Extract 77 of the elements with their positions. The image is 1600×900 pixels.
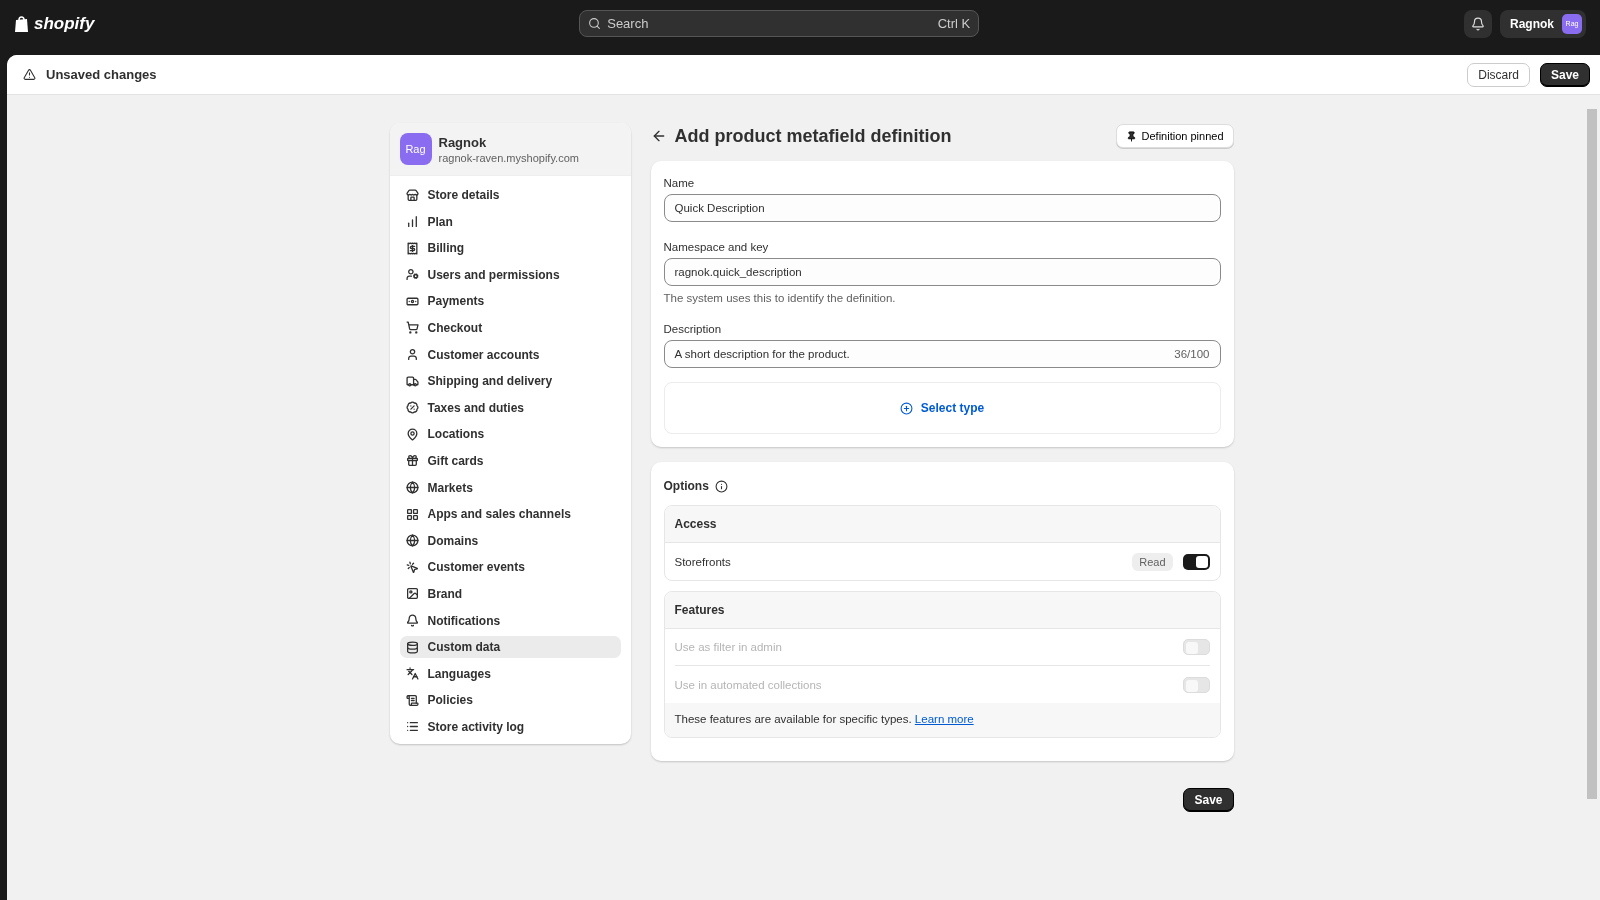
map-pin-icon [405,427,419,441]
options-title: Options [663,479,709,493]
plus-circle-icon [899,401,913,415]
sidebar-item[interactable]: Apps and sales channels [399,503,621,526]
truck-icon [405,374,419,388]
pin-icon [1125,130,1137,142]
sidebar-item[interactable]: Billing [399,237,621,260]
learn-more-link[interactable]: Learn more [914,713,974,725]
bell-icon [405,614,419,627]
option-label: Use as filter in admin [674,641,783,653]
option-label: Storefronts [674,555,732,568]
globe-icon [405,534,419,548]
sidebar-item[interactable]: Markets [399,476,621,499]
field-label: Description [663,323,723,335]
image-icon [405,587,419,601]
sidebar-item[interactable]: Taxes and duties [399,396,621,419]
receipt-icon [405,241,419,255]
save-button[interactable]: Save [1539,62,1590,87]
shopify-logo[interactable]: shopify [14,13,95,34]
unsaved-changes-title: Unsaved changes [46,67,158,82]
field-label: Name [663,177,696,189]
field-label: Namespace and key [663,241,770,253]
notifications-button[interactable] [1464,9,1492,38]
database-icon [405,640,419,654]
sidebar-item[interactable]: Checkout [399,316,621,339]
sidebar-item[interactable]: Users and permissions [399,263,621,286]
sidebar-item[interactable]: Domains [399,529,621,552]
sidebar-item[interactable]: Languages [399,662,621,685]
pointer-icon [405,560,419,574]
info-icon[interactable] [714,479,728,493]
pin-button[interactable]: Definition pinned [1115,124,1234,148]
sidebar-item[interactable]: Payments [399,290,621,313]
features-note: These features are available for specific types. Learn more [664,703,1220,737]
sidebar-item[interactable]: Shipping and delivery [399,370,621,393]
sidebar-item[interactable]: Plan [399,210,621,233]
text-input[interactable]: ragnok.quick_description [663,258,1221,286]
sidebar-item[interactable]: Customer events [399,556,621,579]
text-input[interactable]: Quick Description [663,194,1221,222]
text-input[interactable]: A short description for the product. 36/100 [663,340,1221,368]
sidebar-item[interactable]: Store activity log [399,715,621,738]
help-text: The system uses this to identify the definition. [663,292,897,304]
list-icon [405,720,419,734]
sidebar-item[interactable]: Policies [399,689,621,712]
search-field[interactable]: Search Ctrl K [579,10,980,37]
features-heading: Features [664,592,1220,629]
percent-icon [405,401,419,415]
person-icon [405,348,419,362]
cart-icon [405,321,419,335]
toggle-switch[interactable] [1182,553,1210,570]
sidebar-item[interactable]: Notifications [399,609,621,632]
search-icon [588,17,602,30]
select-type-button[interactable]: Select type [663,382,1221,434]
discard-button[interactable]: Discard [1467,62,1530,87]
user-icon [405,268,419,282]
save-button[interactable]: Save [1183,788,1234,812]
languages-icon [405,667,419,681]
read-badge: Read [1132,552,1173,571]
option-label: Use in automated collections [674,678,823,691]
store-icon [405,188,419,202]
page-title: Add product metafield definition [674,125,953,147]
access-heading: Access [664,506,1220,543]
store-domain: ragnok-raven.myshopify.com [438,151,579,164]
store-avatar: Rag [399,133,432,165]
globe-icon [405,481,419,495]
scroll-icon [405,693,419,707]
bell-icon [1471,16,1485,31]
sidebar-item[interactable]: Custom data [399,636,621,659]
sidebar-item[interactable]: Gift cards [399,449,621,472]
warning-icon [23,68,36,81]
gift-icon [405,454,419,468]
sidebar-item[interactable]: Store details [399,184,621,206]
bar-chart-icon [405,215,419,229]
sidebar-item[interactable]: Customer accounts [399,343,621,366]
sidebar-item[interactable]: Locations [399,423,621,446]
store-name: Ragnok [438,134,488,150]
sidebar-item[interactable]: Brand [399,582,621,605]
grid-icon [405,507,419,521]
